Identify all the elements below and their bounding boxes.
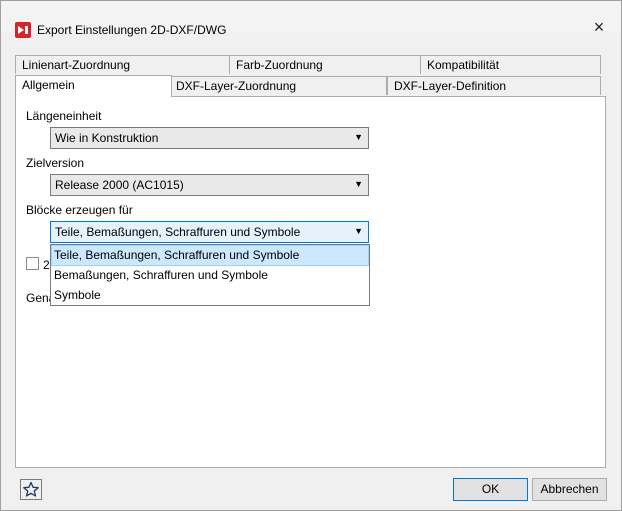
tab-dxf-layer-zuordnung[interactable]: DXF-Layer-Zuordnung [169, 76, 387, 95]
chevron-down-icon: ▼ [354, 132, 363, 142]
zielversion-select[interactable]: Release 2000 (AC1015) ▼ [50, 174, 369, 196]
option-checkbox[interactable] [26, 257, 39, 270]
tab-linienart-zuordnung[interactable]: Linienart-Zuordnung [15, 55, 230, 74]
tab-kompatibilitaet[interactable]: Kompatibilität [420, 55, 601, 74]
bloecke-value: Teile, Bemaßungen, Schraffuren und Symbo… [55, 225, 301, 239]
cancel-button[interactable]: Abbrechen [532, 478, 607, 501]
dropdown-option-bemassungen[interactable]: Bemaßungen, Schraffuren und Symbole [52, 266, 368, 285]
close-icon[interactable]: × [591, 18, 607, 36]
export-settings-dialog: Export Einstellungen 2D-DXF/DWG × Linien… [0, 0, 622, 511]
laengeneinheit-select[interactable]: Wie in Konstruktion ▼ [50, 127, 369, 149]
bloecke-label: Blöcke erzeugen für [26, 203, 133, 217]
tab-allgemein[interactable]: Allgemein [15, 75, 172, 97]
favorite-button[interactable] [20, 479, 42, 500]
bloecke-select[interactable]: Teile, Bemaßungen, Schraffuren und Symbo… [50, 221, 369, 243]
ok-button[interactable]: OK [453, 478, 528, 501]
zielversion-label: Zielversion [26, 156, 85, 170]
zielversion-value: Release 2000 (AC1015) [55, 178, 184, 192]
app-logo-icon [15, 22, 31, 38]
laengeneinheit-label: Längeneinheit [26, 109, 102, 123]
dropdown-option-teile[interactable]: Teile, Bemaßungen, Schraffuren und Symbo… [51, 245, 369, 266]
bloecke-dropdown-list: Teile, Bemaßungen, Schraffuren und Symbo… [50, 244, 370, 306]
dropdown-option-symbole[interactable]: Symbole [52, 286, 368, 305]
laengeneinheit-value: Wie in Konstruktion [55, 131, 159, 145]
chevron-down-icon: ▼ [354, 226, 363, 236]
checkbox-label-partial: 2 [43, 258, 50, 272]
chevron-down-icon: ▼ [354, 179, 363, 189]
tab-dxf-layer-definition[interactable]: DXF-Layer-Definition [387, 76, 601, 95]
tab-farb-zuordnung[interactable]: Farb-Zuordnung [229, 55, 421, 74]
star-icon [23, 481, 39, 497]
window-title: Export Einstellungen 2D-DXF/DWG [37, 23, 227, 37]
